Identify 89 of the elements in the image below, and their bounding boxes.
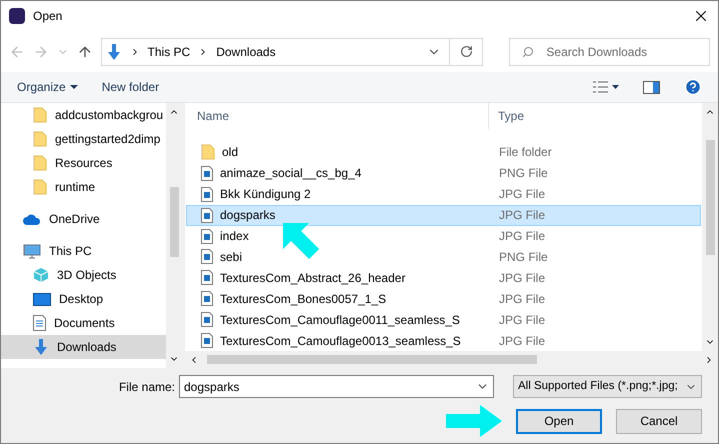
- column-header[interactable]: Name: [185, 103, 489, 129]
- dialog-button[interactable]: Cancel: [616, 408, 702, 434]
- scroll-thumb[interactable]: [207, 355, 537, 364]
- file-name: sebi: [220, 248, 242, 266]
- file-row[interactable]: TexturesCom_Camouflage0013_seamless_S JPG File: [186, 330, 701, 351]
- file-type-dropdown[interactable]: All Supported Files (*.png;*.jpg;: [513, 375, 702, 398]
- file-name: dogsparks: [220, 207, 276, 224]
- preview-pane-icon[interactable]: [643, 80, 660, 94]
- folder-icon: [33, 179, 47, 195]
- view-options-icon[interactable]: [593, 81, 619, 93]
- sidebar-item[interactable]: OneDrive: [1, 207, 166, 231]
- file-name: TexturesCom_Abstract_26_header: [220, 270, 406, 287]
- new-folder-button[interactable]: New folder: [102, 78, 160, 96]
- sidebar-item[interactable]: runtime: [1, 175, 166, 199]
- file-row[interactable]: TexturesCom_Abstract_26_header JPG File: [186, 267, 701, 288]
- image-file-icon: [201, 166, 213, 181]
- desktop-icon: [33, 292, 51, 306]
- sidebar-item[interactable]: gettingstarted2dimp: [1, 127, 166, 151]
- file-type: JPG File: [498, 290, 546, 308]
- scrollbar[interactable]: [166, 103, 182, 368]
- file-type: PNG File: [498, 248, 548, 266]
- dialog-button[interactable]: Open: [516, 408, 602, 434]
- file-name: old: [222, 144, 238, 162]
- file-row[interactable]: animaze_social__cs_bg_4 PNG File: [186, 162, 701, 184]
- file-type: JPG File: [498, 332, 546, 350]
- sidebar-item[interactable]: Downloads: [1, 335, 166, 359]
- file-row[interactable]: index JPG File: [186, 226, 701, 246]
- sidebar-item[interactable]: Documents: [1, 311, 166, 335]
- file-row[interactable]: old File folder: [186, 142, 701, 163]
- document-icon: [33, 315, 46, 331]
- sidebar-item[interactable]: This PC: [1, 239, 166, 263]
- file-name-label: File name:: [118, 378, 175, 396]
- download-arrow-icon: [106, 44, 122, 60]
- file-row[interactable]: Bkk Kündigung 2 JPG File: [186, 184, 701, 205]
- image-file-icon: [201, 291, 213, 306]
- file-type: JPG File: [498, 312, 546, 329]
- file-name: TexturesCom_Camouflage0011_seamless_S: [220, 312, 460, 329]
- image-file-icon: [201, 249, 213, 264]
- folder-icon: [33, 131, 47, 147]
- file-name: animaze_social__cs_bg_4: [220, 165, 362, 182]
- file-name: index: [220, 228, 249, 246]
- file-name: TexturesCom_Bones0057_1_S: [220, 290, 386, 308]
- scroll-thumb[interactable]: [170, 187, 178, 257]
- search-icon: [522, 46, 534, 58]
- folder-icon: [33, 155, 47, 171]
- computer-icon: [23, 244, 41, 258]
- file-row[interactable]: TexturesCom_Camouflage0011_seamless_S JPG File: [186, 309, 701, 330]
- file-type: JPG File: [498, 228, 546, 246]
- organize-button[interactable]: Organize: [17, 78, 78, 96]
- image-file-icon: [201, 333, 213, 348]
- window-title: Open: [33, 8, 62, 25]
- sidebar-item[interactable]: Resources: [1, 151, 166, 175]
- folder-icon: [201, 144, 215, 160]
- cube-icon: [33, 267, 49, 283]
- file-type: File folder: [498, 144, 552, 162]
- file-name: TexturesCom_Camouflage0013_seamless_S: [220, 332, 461, 350]
- file-row[interactable]: dogsparks JPG File: [186, 204, 701, 226]
- sidebar-item[interactable]: 3D Objects: [1, 263, 166, 287]
- folder-icon: [33, 107, 47, 123]
- file-name-field[interactable]: dogsparks: [179, 375, 494, 398]
- image-file-icon: [201, 208, 213, 223]
- scroll-thumb[interactable]: [706, 140, 714, 254]
- file-name: Bkk Kündigung 2: [220, 186, 311, 204]
- app-icon: [9, 8, 25, 24]
- arrow-icon: [446, 405, 502, 437]
- arrow-icon: [283, 223, 319, 259]
- image-file-icon: [201, 228, 213, 244]
- file-type: PNG File: [498, 165, 548, 182]
- file-type: JPG File: [498, 270, 546, 287]
- sidebar-item[interactable]: Desktop: [1, 287, 166, 311]
- download-arrow-icon: [33, 339, 49, 355]
- search-field[interactable]: Search Downloads: [509, 38, 710, 66]
- cloud-icon: [23, 214, 41, 224]
- breadcrumb-item[interactable]: This PC: [148, 42, 190, 60]
- column-header[interactable]: Type: [489, 103, 702, 129]
- help-icon[interactable]: [684, 78, 702, 96]
- file-row[interactable]: sebi PNG File: [186, 246, 701, 268]
- file-type: JPG File: [498, 186, 546, 204]
- sidebar-item[interactable]: addcustombackgrou: [1, 103, 166, 127]
- image-file-icon: [201, 270, 213, 286]
- address-bar[interactable]: This PC Downloads: [100, 38, 484, 66]
- file-type: JPG File: [498, 207, 546, 224]
- caret-icon: [70, 85, 78, 89]
- file-row[interactable]: TexturesCom_Bones0057_1_S JPG File: [186, 288, 701, 310]
- refresh-icon[interactable]: [460, 45, 473, 58]
- image-file-icon: [201, 186, 213, 202]
- breadcrumb-item[interactable]: Downloads: [216, 42, 276, 60]
- image-file-icon: [201, 312, 213, 328]
- up-icon[interactable]: [76, 44, 93, 60]
